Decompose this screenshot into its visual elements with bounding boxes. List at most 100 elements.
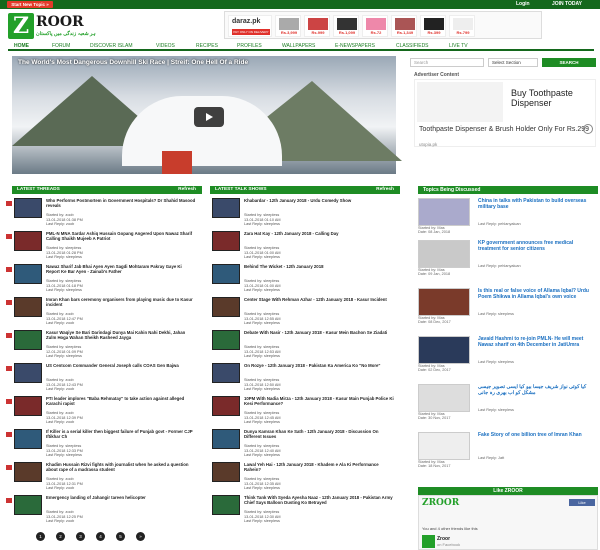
item-title[interactable]: PML-N MNA Sardar Ashiq Hussain Gopang An… — [46, 231, 196, 241]
list-item[interactable]: Kasur Waqiye Se Bari Darindagi Dunya Mai… — [6, 330, 204, 358]
topic-title[interactable]: KP government announces free medical tre… — [478, 240, 596, 252]
item-title[interactable]: Khabardar - 12th January 2018 - Urdu Com… — [244, 198, 394, 203]
refresh-button[interactable]: Refresh — [376, 186, 394, 194]
thumbnail[interactable] — [14, 264, 42, 284]
item-title[interactable]: Lawal Yeh Hai - 12th January 2018 - Khad… — [244, 462, 394, 472]
item-title[interactable]: Kasur Waqiye Se Bari Darindagi Dunya Mai… — [46, 330, 196, 340]
item-title[interactable]: On Rozye - 12th January 2018 - Pakistan … — [244, 363, 394, 368]
facebook-like-box[interactable]: ZROOR Like You and 4 other friends like … — [418, 495, 598, 550]
item-title[interactable]: Zara Hat Kay - 12th January 2018 - Calli… — [244, 231, 394, 236]
list-item[interactable]: Nawaz Sharif Jab Bhai Ayen Ayen Sagdi Mo… — [6, 264, 204, 292]
page-2[interactable]: 2 — [56, 532, 65, 541]
thumbnail[interactable] — [212, 198, 240, 218]
list-item[interactable]: Lawal Yeh Hai - 12th January 2018 - Khad… — [212, 462, 402, 490]
nav-discover-islam[interactable]: DISCOVER ISLAM — [90, 43, 133, 49]
search-input[interactable]: Search — [410, 58, 484, 67]
video-player[interactable]: The World's Most Dangerous Downhill Ski … — [12, 56, 402, 174]
topic-item[interactable]: China in talks with Pakistan to build ov… — [418, 198, 598, 234]
nav-profiles[interactable]: PROFILES — [237, 43, 262, 49]
new-topic-button[interactable]: Start New Topic » — [7, 1, 53, 8]
thumbnail[interactable] — [212, 429, 240, 449]
item-title[interactable]: PTI leader implores "Baba Rehmatay" to t… — [46, 396, 196, 406]
item-title[interactable]: Nawaz Sharif Jab Bhai Ayen Ayen Sagdi Mo… — [46, 264, 196, 274]
item-title[interactable]: Behind The Wicket - 12th January 2018 — [244, 264, 394, 269]
site-logo[interactable]: Z ROOR ہر شعبہ زندگی میں پاکستان — [8, 13, 108, 39]
list-item[interactable]: Imran Khan bars ceremony organisers from… — [6, 297, 204, 325]
thumbnail[interactable] — [14, 495, 42, 515]
list-item[interactable]: On Rozye - 12th January 2018 - Pakistan … — [212, 363, 402, 391]
topic-thumbnail[interactable] — [418, 240, 470, 268]
thumbnail[interactable] — [14, 462, 42, 482]
item-title[interactable]: Dunya Kamran Khan Ke Sath - 12th January… — [244, 429, 394, 439]
list-item[interactable]: Center Stage With Rehman Azhar - 12th Ja… — [212, 297, 402, 325]
list-item[interactable]: 10PM With Nadia Mirza - 12th January 201… — [212, 396, 402, 424]
topic-title[interactable]: Javaid Hashmi to re-join PMLN- He will m… — [478, 336, 596, 348]
banner-product[interactable]: Rs.799 — [449, 15, 475, 37]
topic-item[interactable]: KP government announces free medical tre… — [418, 240, 598, 276]
topic-title[interactable]: کیا کوئی نواز شریف جیسا بیو کیا ایسی تصو… — [478, 384, 596, 396]
item-title[interactable]: Imran Khan bars ceremony organisers from… — [46, 297, 196, 307]
thumbnail[interactable] — [212, 396, 240, 416]
thumbnail[interactable] — [14, 198, 42, 218]
list-item[interactable]: PML-N MNA Sardar Ashiq Hussain Gopang An… — [6, 231, 204, 259]
list-item[interactable]: Khabardar - 12th January 2018 - Urdu Com… — [212, 198, 402, 226]
thumbnail[interactable] — [212, 363, 240, 383]
thumbnail[interactable] — [212, 462, 240, 482]
page-1[interactable]: 1 — [36, 532, 45, 541]
item-title[interactable]: Emergency landing of Jahangir tareen hel… — [46, 495, 196, 500]
thumbnail[interactable] — [14, 297, 42, 317]
item-title[interactable]: Who Performs Postmortem in Government Ho… — [46, 198, 196, 208]
login-link[interactable]: Login — [516, 1, 530, 8]
join-link[interactable]: JOIN TODAY — [552, 1, 582, 8]
list-item[interactable]: Emergency landing of Jahangir tareen hel… — [6, 495, 204, 523]
page-next[interactable]: » — [136, 532, 145, 541]
nav-live-tv[interactable]: LIVE TV — [449, 43, 468, 49]
nav-recipes[interactable]: RECIPES — [196, 43, 218, 49]
nav-classifieds[interactable]: CLASSIFIEDS — [396, 43, 429, 49]
topic-thumbnail[interactable] — [418, 288, 470, 316]
list-item[interactable]: If Killer is a serial killer then bigges… — [6, 429, 204, 457]
nav-wallpapers[interactable]: WALLPAPERS — [282, 43, 315, 49]
item-title[interactable]: Khadim Hussain Rizvi fights with journal… — [46, 462, 196, 472]
thumbnail[interactable] — [14, 231, 42, 251]
list-item[interactable]: Who Performs Postmortem in Government Ho… — [6, 198, 204, 226]
like-button[interactable]: Like — [569, 499, 595, 506]
thumbnail[interactable] — [212, 231, 240, 251]
list-item[interactable]: Debate With Nasir - 12th January 2018 - … — [212, 330, 402, 358]
list-item[interactable]: Zara Hat Kay - 12th January 2018 - Calli… — [212, 231, 402, 259]
play-button[interactable] — [194, 107, 224, 127]
thumbnail[interactable] — [212, 495, 240, 515]
topic-title[interactable]: Fake Story of one billion tree of Imran … — [478, 432, 596, 438]
chevron-right-icon[interactable]: › — [583, 124, 593, 134]
nav-enewspapers[interactable]: E-NEWSPAPERS — [335, 43, 375, 49]
ad-headline[interactable]: Buy Toothpaste Dispenser — [511, 88, 591, 108]
banner-product[interactable]: Rs.1,349 — [391, 15, 417, 37]
item-title[interactable]: Center Stage With Rehman Azhar - 12th Ja… — [244, 297, 394, 302]
list-item[interactable]: PTI leader implores "Baba Rehmatay" to t… — [6, 396, 204, 424]
banner-product[interactable]: Rs.72 — [362, 15, 388, 37]
header-ad-banner[interactable]: daraz.pk PAY ONLY ON DELIVERY Rs.3,999 R… — [224, 11, 542, 39]
video-title[interactable]: The World's Most Dangerous Downhill Ski … — [18, 59, 248, 66]
banner-product[interactable]: Rs.399 — [420, 15, 446, 37]
list-item[interactable]: Dunya Kamran Khan Ke Sath - 12th January… — [212, 429, 402, 457]
advertiser-box[interactable]: Buy Toothpaste Dispenser Toothpaste Disp… — [414, 79, 596, 147]
thumbnail[interactable] — [212, 330, 240, 350]
item-title[interactable]: Think Tank With Syeda Ayesha Naaz - 12th… — [244, 495, 394, 505]
thumbnail[interactable] — [14, 396, 42, 416]
banner-product[interactable]: Rs.1,099 — [333, 15, 359, 37]
thumbnail[interactable] — [14, 429, 42, 449]
refresh-button[interactable]: Refresh — [178, 186, 196, 194]
banner-product[interactable]: Rs.3,999 — [275, 15, 301, 37]
list-item[interactable]: US Centcom Commander General Joseph call… — [6, 363, 204, 391]
item-title[interactable]: Debate With Nasir - 12th January 2018 - … — [244, 330, 394, 335]
topic-item[interactable]: کیا کوئی نواز شریف جیسا بیو کیا ایسی تصو… — [418, 384, 598, 420]
topic-title[interactable]: China in talks with Pakistan to build ov… — [478, 198, 596, 210]
section-select[interactable]: Select Section — [488, 58, 538, 67]
nav-videos[interactable]: VIDEOS — [156, 43, 175, 49]
list-item[interactable]: Khadim Hussain Rizvi fights with journal… — [6, 462, 204, 490]
item-title[interactable]: US Centcom Commander General Joseph call… — [46, 363, 196, 368]
thumbnail[interactable] — [14, 330, 42, 350]
list-item[interactable]: Behind The Wicket - 12th January 2018 Sta… — [212, 264, 402, 292]
page-3[interactable]: 3 — [76, 532, 85, 541]
search-button[interactable]: SEARCH — [542, 58, 596, 67]
